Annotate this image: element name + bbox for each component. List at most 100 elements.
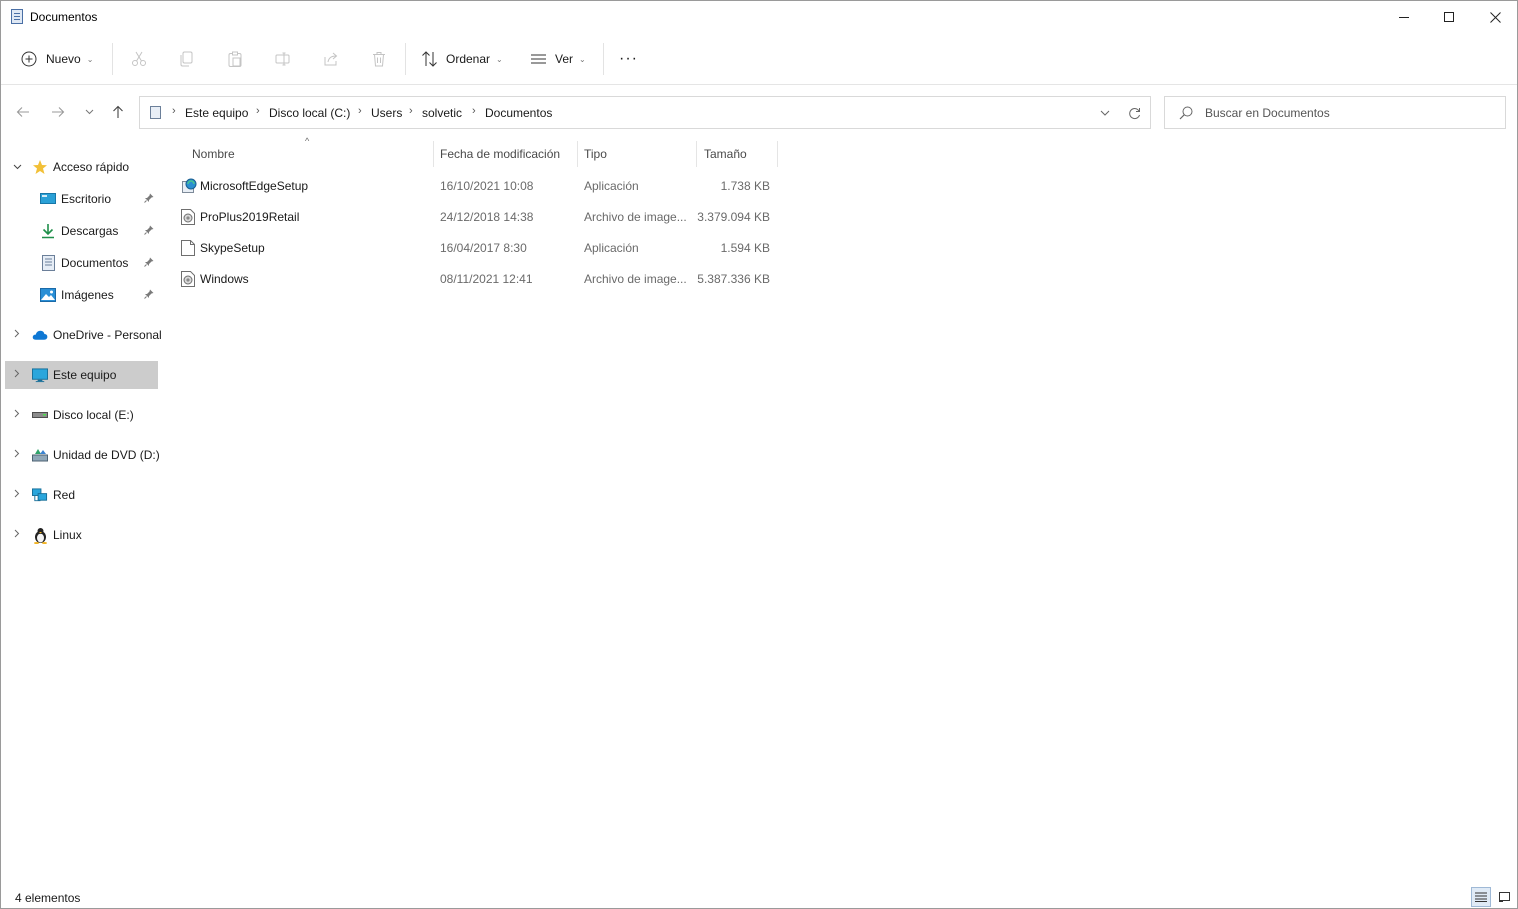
rename-icon[interactable]	[275, 51, 291, 67]
toolbar-divider	[112, 43, 113, 75]
breadcrumb-separator-icon: ›	[472, 105, 476, 117]
file-name: ProPlus2019Retail	[200, 210, 300, 224]
sidebar-item-onedrive[interactable]: OneDrive - Personal	[5, 321, 162, 349]
sort-icon	[422, 51, 437, 67]
refresh-button[interactable]	[1124, 103, 1144, 123]
column-header-label: Tipo	[584, 147, 607, 161]
file-row[interactable]: ProPlus2019Retail 24/12/2018 14:38 Archi…	[177, 203, 779, 231]
sidebar-item-pictures[interactable]: Imágenes	[5, 281, 158, 309]
sidebar-item-documents[interactable]: Documentos	[5, 249, 158, 277]
chevron-down-icon: ⌄	[86, 54, 94, 64]
forward-button[interactable]	[46, 99, 70, 125]
disc-image-icon	[181, 209, 195, 225]
breadcrumb-item[interactable]: Disco local (C:)	[269, 106, 350, 120]
pin-icon[interactable]	[144, 257, 154, 270]
search-icon	[1179, 106, 1193, 120]
sidebar-item-this-pc[interactable]: Este equipo	[5, 361, 158, 389]
disc-image-icon	[181, 271, 195, 287]
file-date: 16/10/2021 10:08	[440, 179, 534, 193]
column-header-name[interactable]: Nombre	[192, 141, 235, 167]
chevron-right-icon[interactable]	[11, 329, 23, 341]
minimize-button[interactable]	[1381, 1, 1427, 33]
address-history-button[interactable]	[1095, 103, 1115, 123]
sort-ascending-icon: ^	[305, 136, 310, 146]
view-button[interactable]: Ver ⌄	[530, 45, 586, 73]
column-divider[interactable]	[696, 141, 697, 167]
cloud-icon	[32, 327, 48, 343]
search-box[interactable]	[1164, 96, 1506, 129]
file-size: 5.387.336 KB	[697, 272, 770, 286]
title-bar: Documentos	[1, 1, 1517, 33]
share-icon[interactable]	[323, 51, 339, 67]
pin-icon[interactable]	[144, 193, 154, 206]
column-divider[interactable]	[433, 141, 434, 167]
sidebar-item-label: Red	[53, 488, 76, 502]
chevron-down-icon[interactable]	[11, 162, 23, 173]
sidebar-item-dvd-drive[interactable]: Unidad de DVD (D:)	[5, 441, 160, 469]
breadcrumb-item[interactable]: Users	[371, 106, 402, 120]
large-icons-view-button[interactable]	[1494, 887, 1514, 907]
delete-icon[interactable]	[371, 51, 387, 67]
file-size: 1.594 KB	[720, 241, 770, 255]
maximize-button[interactable]	[1426, 1, 1472, 33]
chevron-right-icon[interactable]	[11, 449, 23, 461]
network-icon	[32, 487, 48, 503]
pictures-icon	[40, 287, 56, 303]
chevron-right-icon[interactable]	[11, 409, 23, 421]
column-header-label: Nombre	[192, 147, 235, 161]
breadcrumb-separator-icon: ›	[172, 105, 176, 117]
tiles-view-icon	[1498, 892, 1510, 902]
drive-icon	[32, 407, 48, 423]
paste-icon[interactable]	[227, 51, 243, 67]
more-options-button[interactable]: ···	[619, 45, 638, 73]
sidebar-item-label: Disco local (E:)	[53, 408, 134, 422]
command-bar: Nuevo ⌄ Ordenar ⌄ Ver ⌄ ···	[1, 33, 1517, 85]
explorer-window: Documentos Nuevo ⌄ Ordenar ⌄ Ver ⌄ ··· ›…	[0, 0, 1518, 909]
new-label: Nuevo	[46, 52, 81, 66]
chevron-right-icon[interactable]	[11, 529, 23, 541]
sidebar-item-downloads[interactable]: Descargas	[5, 217, 158, 245]
search-input[interactable]	[1205, 105, 1495, 121]
sidebar-item-label: Linux	[53, 528, 82, 542]
copy-icon[interactable]	[179, 51, 195, 67]
column-divider[interactable]	[577, 141, 578, 167]
up-button[interactable]	[106, 99, 130, 125]
recent-locations-button[interactable]	[77, 99, 101, 125]
close-button[interactable]	[1472, 1, 1518, 33]
pin-icon[interactable]	[144, 225, 154, 238]
chevron-right-icon[interactable]	[11, 489, 23, 501]
sidebar-item-quick-access[interactable]: Acceso rápido	[5, 153, 158, 181]
breadcrumb-item[interactable]: solvetic	[422, 106, 462, 120]
file-type: Archivo de image...	[584, 272, 687, 286]
blank-file-icon	[181, 240, 195, 256]
window-title: Documentos	[30, 10, 98, 24]
column-header-date[interactable]: Fecha de modificación	[440, 141, 560, 167]
computer-icon	[32, 367, 48, 383]
file-row[interactable]: SkypeSetup 16/04/2017 8:30 Aplicación 1.…	[177, 234, 779, 262]
cut-icon[interactable]	[131, 51, 147, 67]
breadcrumb-item[interactable]: Documentos	[485, 106, 552, 120]
column-header-type[interactable]: Tipo	[584, 141, 607, 167]
file-date: 16/04/2017 8:30	[440, 241, 527, 255]
pin-icon[interactable]	[144, 289, 154, 302]
file-row[interactable]: Windows 08/11/2021 12:41 Archivo de imag…	[177, 265, 779, 293]
sidebar-item-desktop[interactable]: Escritorio	[5, 185, 158, 213]
sidebar-item-network[interactable]: Red	[5, 481, 158, 509]
column-header-size[interactable]: Tamaño	[704, 141, 747, 167]
column-divider[interactable]	[777, 141, 778, 167]
back-button[interactable]	[11, 99, 35, 125]
details-view-button[interactable]	[1471, 887, 1491, 907]
navigation-pane: Acceso rápido Escritorio Descargas Docum…	[1, 146, 163, 886]
sidebar-item-local-disk-e[interactable]: Disco local (E:)	[5, 401, 158, 429]
file-row[interactable]: MicrosoftEdgeSetup 16/10/2021 10:08 Apli…	[177, 172, 779, 200]
details-view-icon	[1475, 892, 1487, 902]
address-bar[interactable]: › Este equipo › Disco local (C:) › Users…	[139, 96, 1151, 129]
chevron-down-icon	[1100, 110, 1110, 116]
new-button[interactable]: Nuevo ⌄	[21, 45, 93, 73]
chevron-right-icon[interactable]	[11, 369, 23, 381]
sort-button[interactable]: Ordenar ⌄	[421, 45, 503, 73]
file-type: Archivo de image...	[584, 210, 687, 224]
breadcrumb-item[interactable]: Este equipo	[185, 106, 248, 120]
sidebar-item-linux[interactable]: Linux	[5, 521, 158, 549]
installer-icon	[181, 178, 197, 194]
